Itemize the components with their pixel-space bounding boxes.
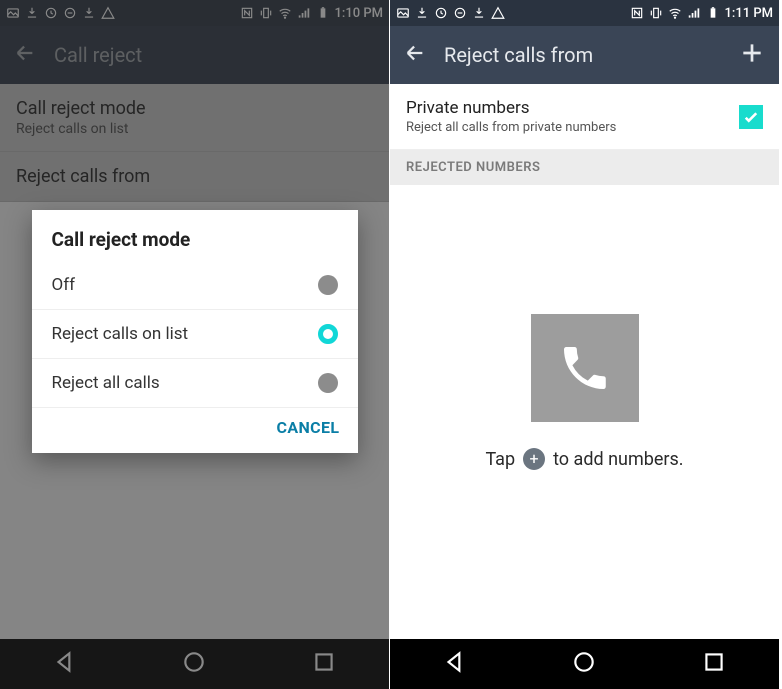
nav-recent-button[interactable] [701, 649, 727, 679]
option-reject-all[interactable]: Reject all calls [32, 359, 358, 408]
status-bar: 1:11 PM [390, 0, 779, 26]
add-button[interactable] [739, 40, 765, 70]
screen-reject-calls-from: 1:11 PM Reject calls from Private number… [390, 0, 780, 689]
setting-primary: Private numbers [406, 98, 739, 118]
nav-back-button[interactable] [442, 649, 468, 679]
hint-post: to add numbers. [553, 449, 683, 470]
dialog-title: Call reject mode [32, 210, 358, 261]
app-bar-title: Reject calls from [444, 43, 721, 67]
dialog-call-reject-mode: Call reject mode Off Reject calls on lis… [32, 210, 358, 453]
signal-icon [687, 6, 701, 20]
back-icon[interactable] [404, 42, 426, 68]
plus-circle-icon: + [523, 448, 545, 470]
screen-call-reject: 1:10 PM Call reject Call reject mode Rej… [0, 0, 390, 689]
download2-icon [472, 6, 486, 20]
download-icon [415, 6, 429, 20]
option-reject-on-list[interactable]: Reject calls on list [32, 310, 358, 359]
image-icon [396, 6, 410, 20]
setting-private-numbers[interactable]: Private numbers Reject all calls from pr… [390, 84, 779, 150]
sync-icon [434, 6, 448, 20]
setting-texts: Private numbers Reject all calls from pr… [406, 98, 739, 135]
status-time: 1:11 PM [725, 6, 774, 21]
alert-icon [491, 6, 505, 20]
empty-state: Tap + to add numbers. [390, 185, 779, 639]
cancel-button[interactable]: CANCEL [276, 418, 339, 437]
section-rejected-numbers: REJECTED NUMBERS [390, 150, 779, 185]
battery-icon [706, 6, 720, 20]
setting-secondary: Reject all calls from private numbers [406, 120, 739, 135]
app-bar: Reject calls from [390, 26, 779, 84]
nav-bar [390, 639, 779, 689]
status-right: 1:11 PM [630, 6, 774, 21]
option-label: Off [52, 275, 318, 295]
dialog-actions: CANCEL [32, 408, 358, 453]
hint-pre: Tap [485, 449, 515, 470]
option-label: Reject all calls [52, 373, 318, 393]
option-off[interactable]: Off [32, 261, 358, 310]
hint-text: Tap + to add numbers. [485, 448, 683, 470]
checkbox-checked-icon[interactable] [739, 105, 763, 129]
option-label: Reject calls on list [52, 324, 318, 344]
nav-home-button[interactable] [571, 649, 597, 679]
radio-icon [318, 275, 338, 295]
content: Private numbers Reject all calls from pr… [390, 84, 779, 639]
nfc-icon [630, 6, 644, 20]
dialog-overlay[interactable]: Call reject mode Off Reject calls on lis… [0, 0, 389, 689]
wifi-icon [668, 6, 682, 20]
status-left [396, 6, 505, 20]
phone-icon [531, 314, 639, 422]
vibrate-icon [649, 6, 663, 20]
radio-selected-icon [318, 324, 338, 344]
radio-icon [318, 373, 338, 393]
sync2-icon [453, 6, 467, 20]
